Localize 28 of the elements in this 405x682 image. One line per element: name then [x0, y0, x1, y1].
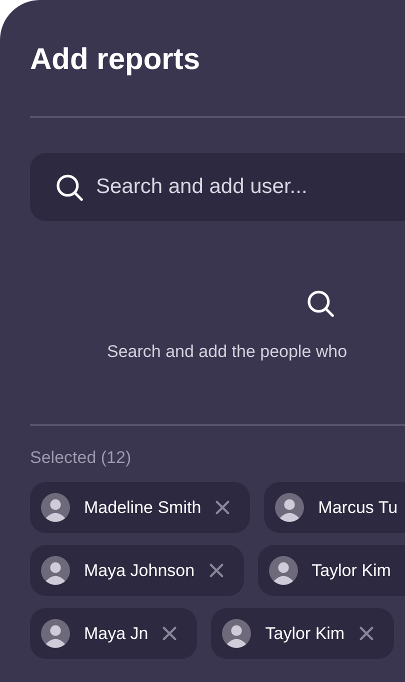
selected-count-label: Selected (12)	[30, 448, 132, 468]
close-icon[interactable]	[215, 500, 230, 515]
user-chip[interactable]: Taylor Kim	[258, 545, 405, 596]
user-chip[interactable]: Maya Johnson	[30, 545, 244, 596]
user-chip[interactable]: Taylor Kim	[211, 608, 394, 659]
close-icon[interactable]	[358, 626, 374, 641]
user-name: Madeline Smith	[84, 498, 202, 518]
search-field[interactable]: Search and add user...	[96, 175, 405, 199]
user-name: Taylor Kim	[265, 624, 345, 644]
user-name: Taylor Kim	[312, 560, 391, 580]
close-icon[interactable]	[162, 626, 178, 641]
close-icon[interactable]	[208, 563, 224, 578]
user-name: Maya Jn	[84, 624, 148, 644]
avatar-icon	[41, 556, 70, 585]
search-icon	[306, 289, 334, 318]
user-name: Maya Johnson	[84, 560, 195, 580]
avatar-icon	[275, 493, 304, 522]
user-chip[interactable]: Maya Jn	[30, 608, 198, 659]
avatar-icon	[41, 493, 70, 522]
user-chip[interactable]: Madeline Smith	[30, 482, 250, 533]
user-name: Marcus Tu	[318, 498, 398, 518]
avatar-icon	[41, 619, 70, 648]
avatar-icon	[222, 619, 252, 648]
user-chip[interactable]: Marcus Tu	[264, 482, 405, 533]
search-icon	[55, 172, 84, 202]
avatar-icon	[268, 556, 298, 585]
dialog-title: Add reports	[30, 42, 202, 78]
empty-state-message: Search and add the people who	[107, 342, 348, 362]
